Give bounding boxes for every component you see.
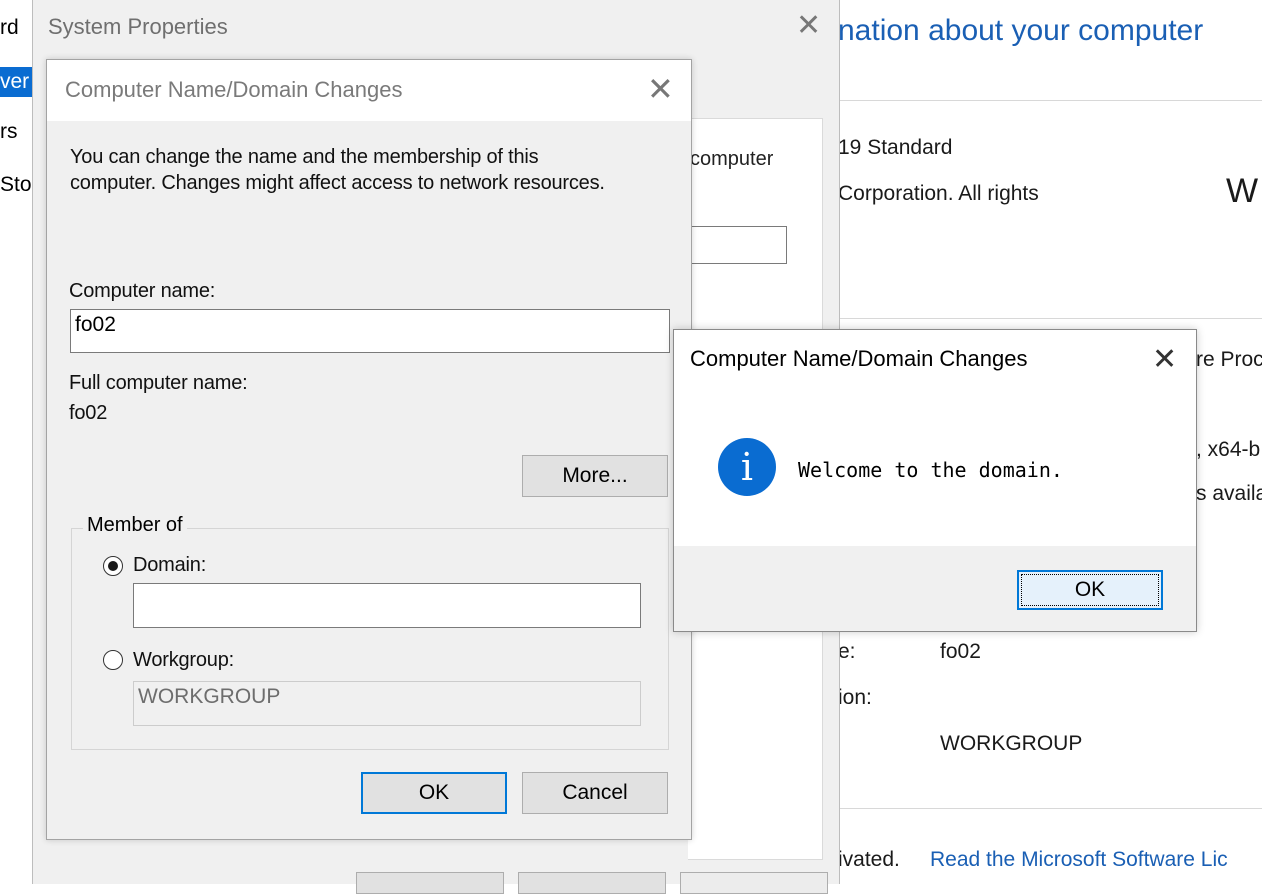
more-button[interactable]: More... [522,455,668,497]
computer-name-label: Computer name: [69,280,216,302]
divider [838,100,1262,101]
divider [838,318,1262,319]
message-text: Welcome to the domain. [798,458,1063,482]
ok-button[interactable]: OK [361,772,507,814]
workgroup-input-value: WORKGROUP [138,685,281,708]
cancel-button[interactable]: Cancel [522,772,668,814]
tab-panel-text: computer [690,148,774,170]
ok-button[interactable]: OK [1017,570,1163,610]
system-type-value: , x64-b [1196,438,1261,461]
computer-name-value: fo02 [940,640,981,663]
sidebar-item[interactable]: Sto [0,170,32,200]
full-computer-name-value: fo02 [69,402,108,424]
computer-name-input[interactable]: fo02 [70,309,670,353]
description-field[interactable] [690,226,787,264]
page-heading: nation about your computer [838,14,1204,47]
ok-button-label: OK [1074,578,1106,601]
processor-label: re Proc [1196,348,1262,371]
control-panel-sidebar: rd ver rs Sto [0,0,33,884]
domain-radio[interactable] [103,556,123,576]
apply-button [680,872,828,894]
sidebar-item-selected[interactable]: ver [0,67,32,97]
close-icon[interactable]: ✕ [1152,342,1177,377]
copyright-text: Corporation. All rights [838,182,1039,205]
domain-label: ion: [838,686,872,709]
dialog-description-line1: You can change the name and the membersh… [70,146,539,168]
full-computer-name-label: Full computer name: [69,372,248,394]
info-icon: i [718,438,776,496]
workgroup-input: WORKGROUP [133,681,641,726]
computer-name-input-value: fo02 [75,313,116,336]
close-icon[interactable]: ✕ [796,8,821,43]
member-of-label: Member of [83,514,187,537]
welcome-message-box: Computer Name/Domain Changes ✕ i Welcome… [673,329,1197,632]
domain-radio-label[interactable]: Domain: [133,554,206,577]
ok-button[interactable] [356,872,504,894]
sidebar-item[interactable]: rs [0,117,32,147]
window-title: System Properties [48,14,228,39]
divider [838,808,1262,809]
workgroup-value: WORKGROUP [940,732,1083,755]
workgroup-radio[interactable] [103,650,123,670]
computer-name-label: e: [838,640,856,663]
workgroup-radio-label[interactable]: Workgroup: [133,649,234,672]
activation-status: ivated. [838,848,900,871]
pen-touch-value: s availa [1196,482,1262,505]
cancel-button[interactable] [518,872,666,894]
dialog-description-line2: computer. Changes might affect access to… [70,172,605,194]
computer-name-dialog: Computer Name/Domain Changes ✕ You can c… [46,59,692,840]
close-icon[interactable]: ✕ [647,70,674,108]
domain-input[interactable] [133,583,641,628]
dialog-title: Computer Name/Domain Changes [65,77,403,102]
message-box-title: Computer Name/Domain Changes [690,346,1028,371]
sidebar-item[interactable]: rd [0,13,32,43]
windows-edition: 19 Standard [838,136,953,159]
windows-logo-text: W [1226,172,1259,210]
license-terms-link[interactable]: Read the Microsoft Software Lic [930,848,1228,872]
